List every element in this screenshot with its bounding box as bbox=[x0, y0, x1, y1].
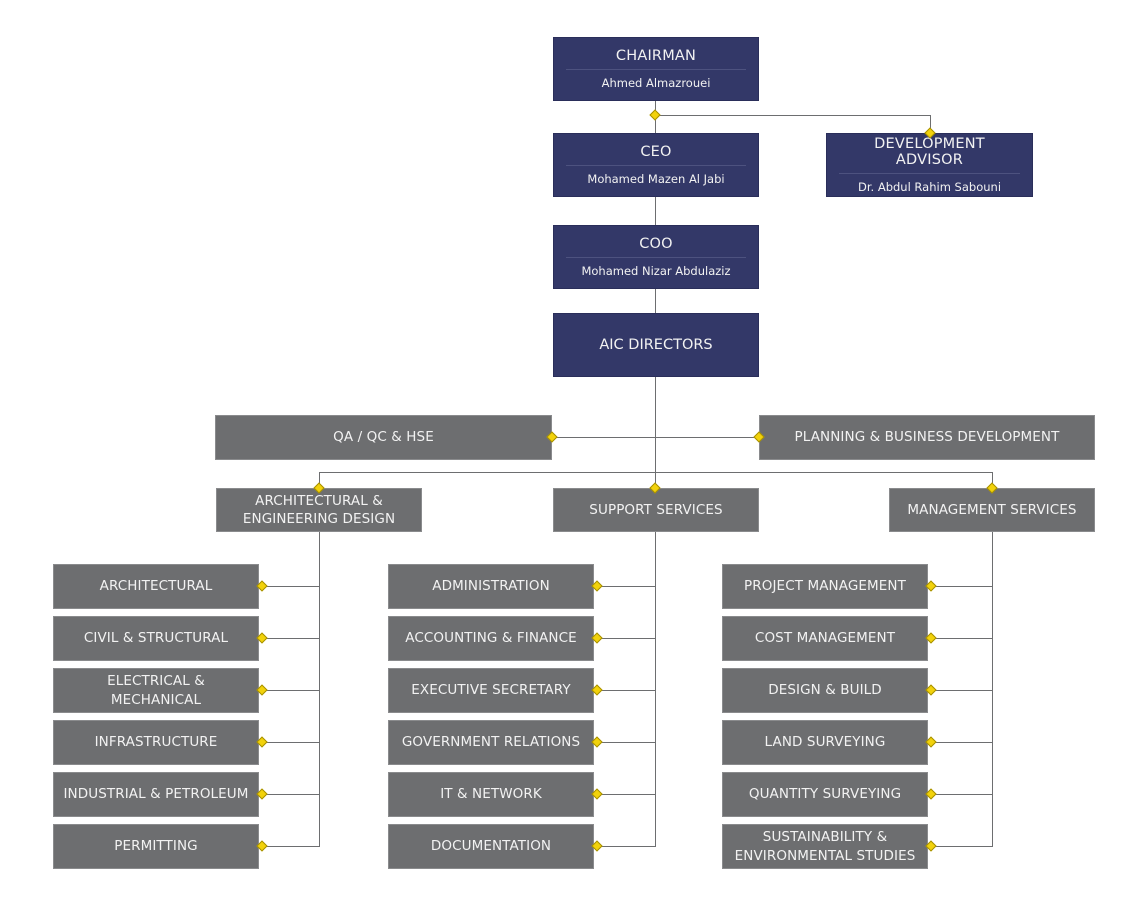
staff-label: QA / QC & HSE bbox=[333, 429, 434, 445]
unit-box: CIVIL & STRUCTURAL bbox=[53, 616, 259, 661]
unit-box: DOCUMENTATION bbox=[388, 824, 594, 869]
connector-unit-branch bbox=[594, 586, 656, 587]
unit-box: ACCOUNTING & FINANCE bbox=[388, 616, 594, 661]
unit-box: ADMINISTRATION bbox=[388, 564, 594, 609]
connector-unit-branch bbox=[928, 846, 993, 847]
unit-label: QUANTITY SURVEYING bbox=[748, 786, 902, 802]
advisor-name: Dr. Abdul Rahim Sabouni bbox=[857, 180, 1002, 194]
unit-label: CIVIL & STRUCTURAL bbox=[83, 630, 229, 646]
connector-unit-branch bbox=[594, 742, 656, 743]
unit-box: EXECUTIVE SECRETARY bbox=[388, 668, 594, 713]
connector-unit-branch bbox=[928, 690, 993, 691]
connector-unit-branch bbox=[259, 742, 320, 743]
unit-label: PROJECT MANAGEMENT bbox=[744, 578, 906, 594]
connector-divisions bbox=[319, 472, 992, 473]
directors-title: AIC DIRECTORS bbox=[599, 337, 713, 353]
connector-coo-directors bbox=[655, 288, 656, 314]
ceo-title: CEO bbox=[566, 144, 746, 166]
unit-label: PERMITTING bbox=[114, 838, 198, 854]
unit-label: ADMINISTRATION bbox=[432, 578, 550, 594]
ceo-name: Mohamed Mazen Al Jabi bbox=[587, 172, 725, 186]
unit-box: ELECTRICAL & MECHANICAL bbox=[53, 668, 259, 713]
advisor-box: DEVELOPMENT ADVISOR Dr. Abdul Rahim Sabo… bbox=[826, 133, 1033, 197]
unit-label: ACCOUNTING & FINANCE bbox=[405, 630, 577, 646]
unit-box: INDUSTRIAL & PETROLEUM bbox=[53, 772, 259, 817]
unit-box: INFRASTRUCTURE bbox=[53, 720, 259, 765]
unit-label: DOCUMENTATION bbox=[430, 838, 552, 854]
unit-label: IT & NETWORK bbox=[440, 786, 542, 802]
connector-unit-branch bbox=[259, 794, 320, 795]
connector-ceo-coo bbox=[655, 196, 656, 226]
coo-box: COO Mohamed Nizar Abdulaziz bbox=[553, 225, 759, 289]
unit-box: GOVERNMENT RELATIONS bbox=[388, 720, 594, 765]
unit-label: SUSTAINABILITY & ENVIRONMENTAL STUDIES bbox=[734, 828, 916, 864]
unit-box: ARCHITECTURAL bbox=[53, 564, 259, 609]
unit-box: DESIGN & BUILD bbox=[722, 668, 928, 713]
unit-label: LAND SURVEYING bbox=[764, 734, 886, 750]
connector-staff bbox=[552, 437, 759, 438]
connector-unit-branch bbox=[594, 794, 656, 795]
directors-box: AIC DIRECTORS bbox=[553, 313, 759, 377]
connector-unit-branch bbox=[259, 846, 320, 847]
unit-label: COST MANAGEMENT bbox=[754, 630, 896, 646]
connector-unit-branch bbox=[928, 742, 993, 743]
connector-unit-branch bbox=[594, 690, 656, 691]
unit-label: ELECTRICAL & MECHANICAL bbox=[107, 672, 205, 708]
unit-box: IT & NETWORK bbox=[388, 772, 594, 817]
node-marker-icon bbox=[649, 109, 661, 121]
connector-div2-spine bbox=[655, 531, 656, 847]
division-title: SUPPORT SERVICES bbox=[589, 501, 723, 518]
division-box-support: SUPPORT SERVICES bbox=[553, 488, 759, 532]
division-title: ARCHITECTURAL & ENGINEERING DESIGN bbox=[242, 493, 396, 527]
ceo-box: CEO Mohamed Mazen Al Jabi bbox=[553, 133, 759, 197]
division-title: MANAGEMENT SERVICES bbox=[907, 501, 1077, 518]
chairman-name: Ahmed Almazrouei bbox=[601, 76, 711, 90]
unit-label: ARCHITECTURAL bbox=[99, 578, 213, 594]
unit-box: COST MANAGEMENT bbox=[722, 616, 928, 661]
unit-label: INDUSTRIAL & PETROLEUM bbox=[63, 786, 249, 802]
chairman-box: CHAIRMAN Ahmed Almazrouei bbox=[553, 37, 759, 101]
connector-unit-branch bbox=[928, 586, 993, 587]
connector-unit-branch bbox=[928, 638, 993, 639]
division-box-management: MANAGEMENT SERVICES bbox=[889, 488, 1095, 532]
unit-box: PERMITTING bbox=[53, 824, 259, 869]
connector-div3-spine bbox=[992, 531, 993, 847]
unit-box: LAND SURVEYING bbox=[722, 720, 928, 765]
connector-unit-branch bbox=[594, 638, 656, 639]
connector-chairman-advisor bbox=[655, 115, 930, 116]
unit-box: SUSTAINABILITY & ENVIRONMENTAL STUDIES bbox=[722, 824, 928, 869]
connector-unit-branch bbox=[594, 846, 656, 847]
coo-name: Mohamed Nizar Abdulaziz bbox=[581, 264, 731, 278]
chairman-title: CHAIRMAN bbox=[566, 48, 746, 70]
unit-label: EXECUTIVE SECRETARY bbox=[411, 682, 571, 698]
unit-box: QUANTITY SURVEYING bbox=[722, 772, 928, 817]
connector-unit-branch bbox=[259, 586, 320, 587]
connector-unit-branch bbox=[259, 638, 320, 639]
staff-label: PLANNING & BUSINESS DEVELOPMENT bbox=[794, 429, 1060, 445]
staff-box-qa-qc-hse: QA / QC & HSE bbox=[215, 415, 552, 460]
connector-div1-spine bbox=[319, 531, 320, 847]
connector-unit-branch bbox=[928, 794, 993, 795]
connector-unit-branch bbox=[259, 690, 320, 691]
unit-box: PROJECT MANAGEMENT bbox=[722, 564, 928, 609]
unit-label: DESIGN & BUILD bbox=[768, 682, 882, 698]
advisor-title: DEVELOPMENT ADVISOR bbox=[839, 136, 1020, 174]
unit-label: INFRASTRUCTURE bbox=[94, 734, 218, 750]
coo-title: COO bbox=[566, 236, 746, 258]
staff-box-planning: PLANNING & BUSINESS DEVELOPMENT bbox=[759, 415, 1095, 460]
unit-label: GOVERNMENT RELATIONS bbox=[401, 734, 581, 750]
division-box-design: ARCHITECTURAL & ENGINEERING DESIGN bbox=[216, 488, 422, 532]
